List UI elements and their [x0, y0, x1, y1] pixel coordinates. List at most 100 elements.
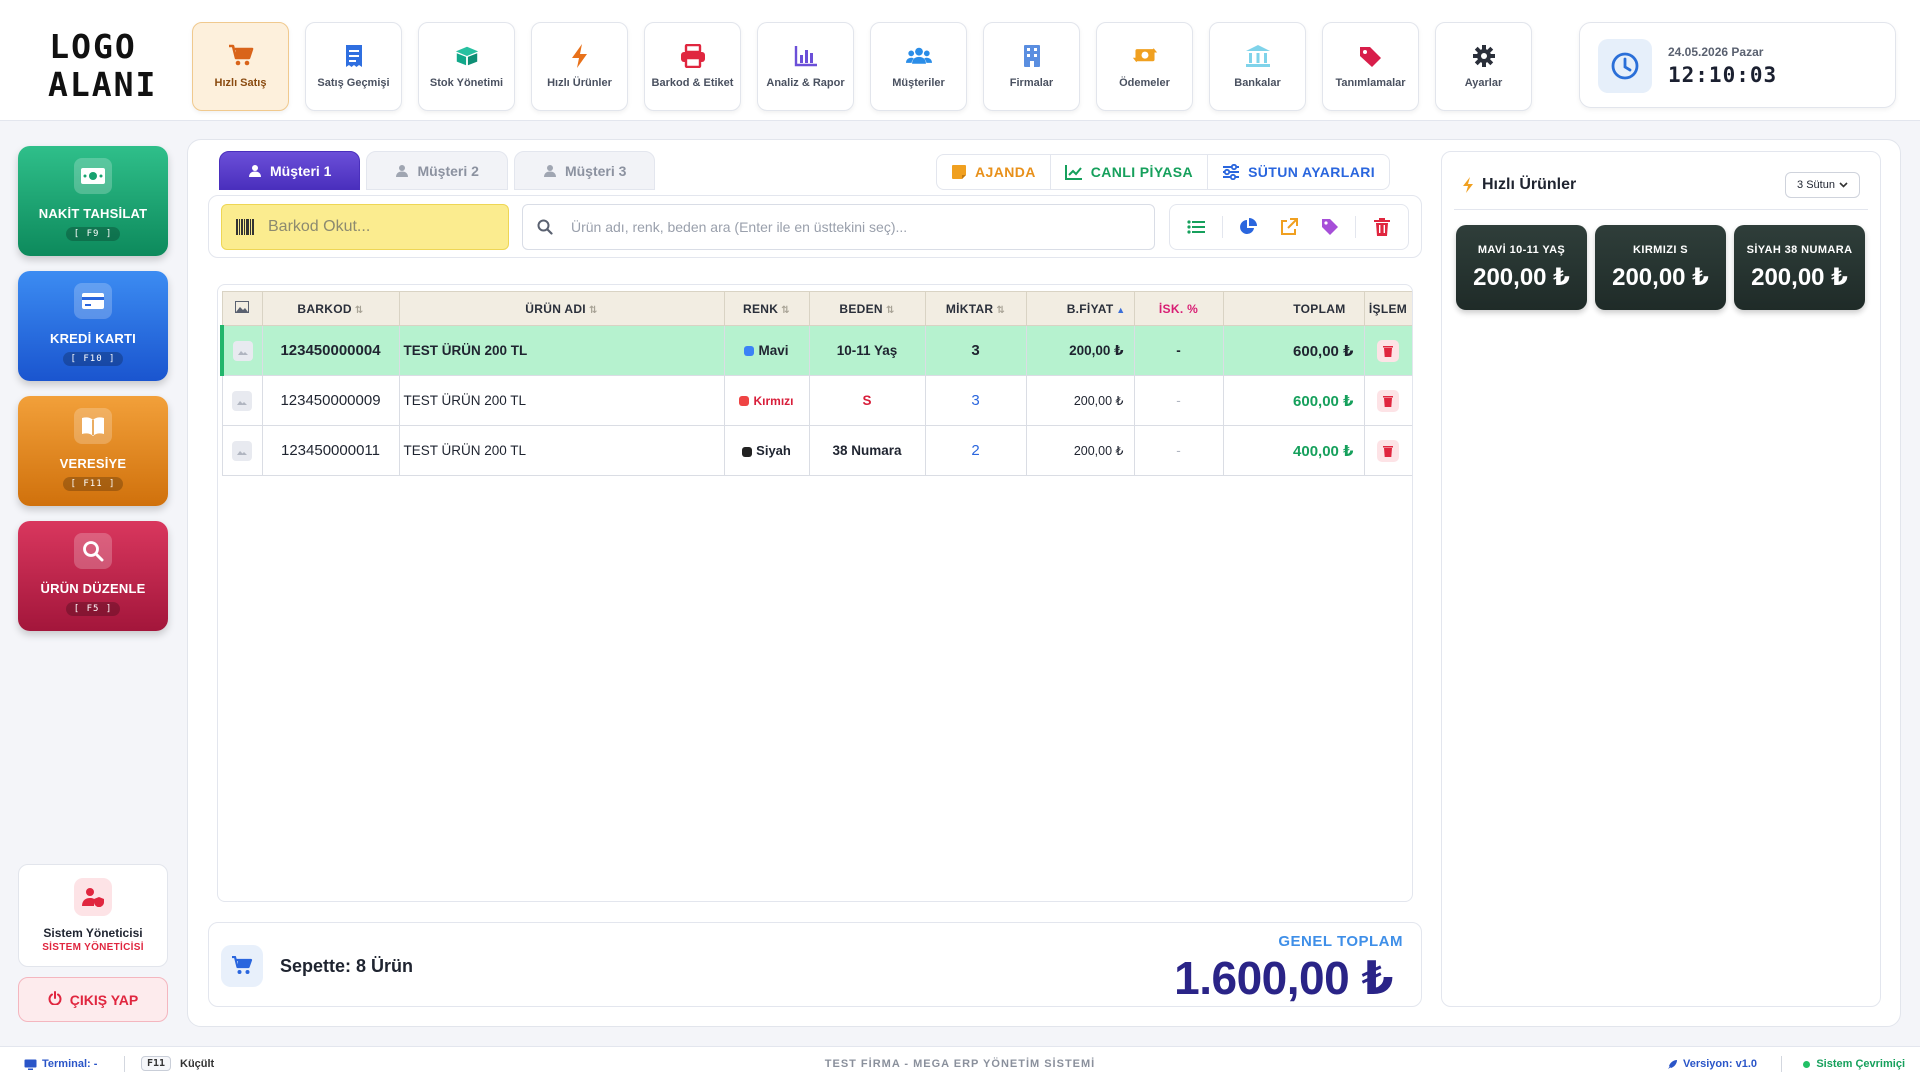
cart-grid: BARKOD ÜRÜN ADI RENK BEDEN MİKTAR B.FİYA…	[220, 291, 1412, 476]
col-total[interactable]: TOPLAM	[1222, 291, 1365, 326]
credit-card-icon	[74, 283, 112, 319]
nav-analysis[interactable]: Analiz & Rapor	[757, 22, 854, 111]
nav-settings[interactable]: Ayarlar	[1435, 22, 1532, 111]
printer-icon	[680, 43, 706, 69]
cell-total: 400,00 ₺	[1222, 425, 1365, 476]
trash-icon	[1383, 445, 1393, 457]
nav-payments[interactable]: Ödemeler	[1096, 22, 1193, 111]
quick-products-title: Hızlı Ürünler	[1462, 176, 1576, 194]
tag-button[interactable]	[1315, 212, 1345, 242]
cell-discount[interactable]: -	[1133, 325, 1224, 376]
quick-product-card[interactable]: SİYAH 38 NUMARA 200,00 ₺	[1734, 225, 1865, 310]
cell-discount[interactable]: -	[1133, 425, 1224, 476]
nav-banks[interactable]: Bankalar	[1209, 22, 1306, 111]
tab-customer-1[interactable]: Müşteri 1	[219, 151, 361, 190]
search-bar	[208, 195, 1422, 258]
col-size[interactable]: BEDEN	[808, 291, 926, 326]
cell-size: S	[808, 375, 926, 426]
cell-quantity[interactable]: 3	[924, 375, 1027, 426]
user-shield-icon	[74, 878, 112, 916]
cell-unit-price[interactable]: 200,00 ₺	[1025, 375, 1135, 426]
cell-discount[interactable]: -	[1133, 375, 1224, 426]
cell-unit-price[interactable]: 200,00 ₺	[1025, 325, 1135, 376]
barcode-field[interactable]	[221, 204, 509, 250]
cell-product-name: TEST ÜRÜN 200 TL	[398, 425, 725, 476]
on-credit-button[interactable]: VERESİYE [ F11 ]	[18, 396, 168, 506]
edit-product-button[interactable]: ÜRÜN DÜZENLE [ F5 ]	[18, 521, 168, 631]
quick-product-card[interactable]: MAVİ 10-11 YAŞ 200,00 ₺	[1456, 225, 1587, 310]
nav-label: Satış Geçmişi	[317, 77, 390, 89]
delete-row-button[interactable]	[1377, 339, 1399, 362]
nav-barcode-label[interactable]: Barkod & Etiket	[644, 22, 741, 111]
agenda-button[interactable]: AJANDA	[937, 155, 1051, 189]
payment-label: KREDİ KARTI	[50, 331, 136, 346]
col-unit-price[interactable]: B.FİYAT	[1025, 291, 1135, 326]
quick-product-name: MAVİ 10-11 YAŞ	[1477, 243, 1566, 256]
row-image-cell	[220, 325, 263, 376]
col-discount[interactable]: İSK. %	[1133, 291, 1224, 326]
delete-row-button[interactable]	[1377, 439, 1399, 462]
tab-label: Müşteri 3	[564, 162, 627, 179]
bar-chart-icon	[793, 43, 819, 69]
cash-payment-button[interactable]: NAKİT TAHSİLAT [ F9 ]	[18, 146, 168, 256]
live-market-button[interactable]: CANLI PİYASA	[1051, 155, 1209, 189]
col-barcode[interactable]: BARKOD	[261, 291, 400, 326]
quick-product-card[interactable]: KIRMIZI S 200,00 ₺	[1595, 225, 1726, 310]
col-quantity[interactable]: MİKTAR	[924, 291, 1027, 326]
cart-item-count: Sepette: 8 Ürün	[280, 956, 414, 976]
quick-products-grid: MAVİ 10-11 YAŞ 200,00 ₺ KIRMIZI S 200,00…	[1456, 225, 1865, 310]
cell-quantity[interactable]: 2	[924, 425, 1027, 476]
payment-shortcut: [ F11 ]	[62, 477, 124, 491]
divider	[1454, 209, 1868, 210]
nav-customers[interactable]: Müşteriler	[870, 22, 967, 111]
receipt-icon	[341, 43, 367, 69]
barcode-input[interactable]	[268, 218, 488, 236]
product-search-input[interactable]	[571, 219, 1151, 235]
nav-quick-products[interactable]: Hızlı Ürünler	[531, 22, 628, 111]
logout-label: ÇIKIŞ YAP	[69, 991, 139, 1008]
logout-button[interactable]: ÇIKIŞ YAP	[18, 977, 168, 1022]
tab-customer-3[interactable]: Müşteri 3	[513, 151, 656, 190]
delete-row-button[interactable]	[1377, 389, 1399, 412]
product-search-field[interactable]	[522, 204, 1155, 250]
table-row[interactable]: 123450000004 TEST ÜRÜN 200 TL Mavi 10-11…	[220, 325, 1412, 376]
user-card: Sistem Yöneticisi SİSTEM YÖNETİCİSİ	[18, 864, 168, 967]
col-color[interactable]: RENK	[723, 291, 810, 326]
table-row[interactable]: 123450000009 TEST ÜRÜN 200 TL Kırmızı S …	[221, 375, 1412, 426]
nav-quick-sale[interactable]: Hızlı Satış	[192, 22, 289, 111]
payment-label: VERESİYE	[59, 456, 127, 471]
cart-table: BARKOD ÜRÜN ADI RENK BEDEN MİKTAR B.FİYA…	[217, 284, 1413, 902]
nav-stock[interactable]: Stok Yönetimi	[418, 22, 515, 111]
search-icon	[537, 219, 553, 235]
cell-quantity[interactable]: 3	[924, 325, 1027, 376]
image-icon	[235, 301, 249, 313]
cart-summary: Sepette: 8 Ürün GENEL TOPLAM 1.600,00 ₺	[208, 922, 1422, 1007]
col-product-name[interactable]: ÜRÜN ADI	[398, 291, 725, 326]
color-swatch	[742, 446, 753, 457]
pie-chart-icon	[1240, 218, 1258, 234]
table-row[interactable]: 123450000011 TEST ÜRÜN 200 TL Siyah 38 N…	[221, 425, 1412, 476]
cart-icon	[221, 945, 263, 987]
color-swatch	[744, 346, 755, 357]
credit-card-button[interactable]: KREDİ KARTI [ F10 ]	[18, 271, 168, 381]
external-link-button[interactable]	[1274, 212, 1304, 242]
clear-cart-button[interactable]	[1367, 212, 1397, 242]
nav-sales-history[interactable]: Satış Geçmişi	[305, 22, 402, 111]
tab-customer-2[interactable]: Müşteri 2	[366, 151, 508, 190]
cell-action	[1363, 375, 1412, 426]
divider	[1355, 216, 1357, 238]
pie-chart-button[interactable]	[1233, 212, 1263, 242]
column-settings-button[interactable]: SÜTUN AYARLARI	[1208, 155, 1389, 189]
book-icon	[74, 408, 112, 444]
version-info: Versiyon: v1.0	[1667, 1058, 1757, 1070]
column-count-value: 3 Sütun	[1797, 179, 1835, 191]
list-view-button[interactable]	[1181, 212, 1211, 242]
sliders-icon	[1223, 164, 1240, 180]
user-icon	[249, 164, 261, 177]
gear-icon	[1471, 43, 1497, 69]
nav-definitions[interactable]: Tanımlamalar	[1322, 22, 1419, 111]
cell-unit-price[interactable]: 200,00 ₺	[1025, 425, 1135, 476]
online-label: Sistem Çevrimiçi	[1816, 1058, 1905, 1070]
column-count-select[interactable]: 3 Sütun	[1785, 172, 1860, 198]
nav-companies[interactable]: Firmalar	[983, 22, 1080, 111]
